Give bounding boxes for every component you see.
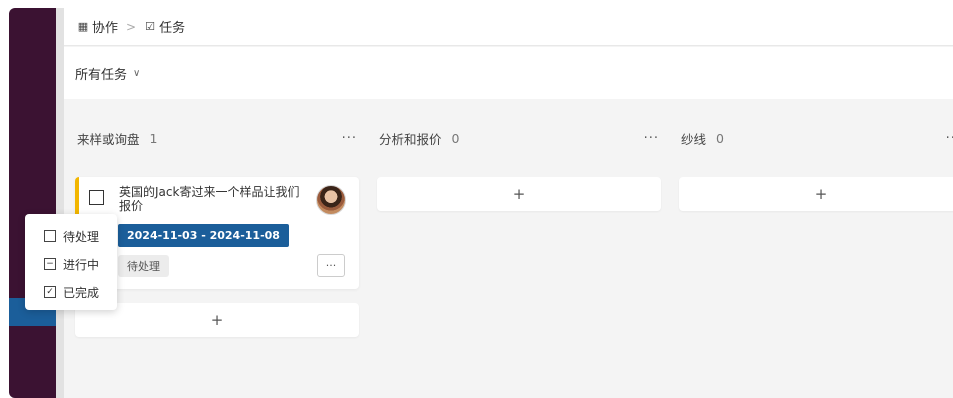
- checkbox-icon: ☑: [145, 20, 156, 33]
- column-more-button[interactable]: ···: [644, 131, 659, 146]
- kanban-column: 分析和报价 0 ··· +: [377, 99, 661, 211]
- column-count: 0: [451, 130, 460, 146]
- status-option-in-progress[interactable]: − 进行中: [25, 250, 117, 278]
- sidebar-divider: [56, 8, 64, 398]
- date-range-badge[interactable]: 2024-11-03 - 2024-11-08: [118, 224, 289, 247]
- view-label[interactable]: 所有任务: [75, 64, 127, 83]
- kanban-column: 来样或询盘 1 ··· 英国的Jack寄过来一个样品让我们报价 2024-11-…: [75, 99, 359, 337]
- status-option-label: 已完成: [63, 285, 100, 300]
- kanban-column: 纱线 0 ··· +: [679, 99, 953, 211]
- priority-accent: [75, 177, 79, 215]
- checked-checkbox-icon: ✓: [44, 286, 56, 298]
- column-count: 0: [716, 130, 724, 146]
- status-option-done[interactable]: ✓ 已完成: [25, 278, 117, 306]
- breadcrumb-separator: >: [126, 19, 137, 34]
- add-task-button[interactable]: +: [377, 177, 661, 211]
- column-more-button[interactable]: ···: [946, 131, 953, 146]
- status-badge[interactable]: 待处理: [118, 255, 169, 277]
- column-more-button[interactable]: ···: [342, 131, 357, 146]
- column-header: 来样或询盘 1 ···: [75, 99, 359, 177]
- task-card[interactable]: 英国的Jack寄过来一个样品让我们报价 2024-11-03 - 2024-11…: [75, 177, 359, 289]
- column-title: 来样或询盘: [77, 131, 140, 147]
- column-header: 分析和报价 0 ···: [377, 99, 661, 177]
- grid-icon: ▦: [77, 20, 89, 33]
- breadcrumb-task[interactable]: 任务: [159, 17, 185, 36]
- column-title: 分析和报价: [379, 131, 442, 147]
- column-count: 1: [149, 130, 158, 146]
- sidebar: [9, 8, 56, 398]
- view-selector[interactable]: 所有任务 ∨: [64, 47, 953, 99]
- task-title[interactable]: 英国的Jack寄过来一个样品让我们报价: [119, 185, 309, 213]
- task-checkbox[interactable]: [89, 190, 104, 205]
- minus-checkbox-icon: −: [44, 258, 56, 270]
- add-task-button[interactable]: +: [75, 303, 359, 337]
- task-more-button[interactable]: ···: [317, 254, 345, 277]
- status-option-pending[interactable]: 待处理: [25, 222, 117, 250]
- empty-checkbox-icon: [44, 230, 56, 242]
- avatar[interactable]: [316, 185, 346, 215]
- chevron-down-icon[interactable]: ∨: [133, 68, 140, 79]
- column-title: 纱线: [681, 131, 707, 147]
- status-option-label: 进行中: [63, 257, 100, 272]
- breadcrumb: ▦ 协作 > ☑ 任务: [64, 8, 953, 46]
- column-header: 纱线 0 ···: [679, 99, 953, 177]
- app-window: ▦ 协作 > ☑ 任务 所有任务 ∨ 来样或询盘 1 ··· 英国的Jack寄过…: [9, 8, 953, 398]
- add-task-button[interactable]: +: [679, 177, 953, 211]
- breadcrumb-app[interactable]: 协作: [92, 17, 118, 36]
- status-menu: 待处理 − 进行中 ✓ 已完成: [25, 214, 117, 310]
- status-option-label: 待处理: [63, 229, 100, 244]
